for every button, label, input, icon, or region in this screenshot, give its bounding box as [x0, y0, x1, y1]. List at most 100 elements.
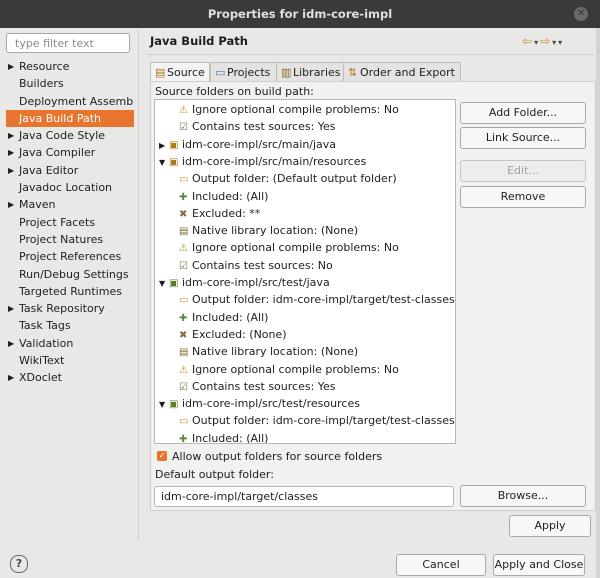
expand-arrow-icon[interactable]: ▶: [8, 300, 14, 317]
tree-item-label: XDoclet: [19, 371, 62, 385]
projects-icon: ▭: [215, 66, 226, 79]
tree-item[interactable]: Targeted Runtimes: [6, 283, 134, 300]
expand-arrow-icon[interactable]: ▼: [159, 396, 169, 413]
expand-arrow-icon[interactable]: ▶: [8, 58, 14, 75]
tree-item[interactable]: ▶ Resource: [6, 58, 134, 75]
tree-item[interactable]: Project References: [6, 248, 134, 265]
source-list-row[interactable]: ⚠ Ignore optional compile problems: No: [179, 361, 399, 378]
browse-button[interactable]: Browse...: [460, 485, 586, 507]
source-row-label: Excluded: **: [192, 206, 261, 220]
tree-item-label: Maven: [19, 198, 56, 212]
tree-item[interactable]: Project Facets: [6, 214, 134, 231]
default-output-field[interactable]: idm-core-impl/target/classes: [154, 486, 454, 507]
tree-item-label: Java Editor: [19, 163, 79, 177]
tree-item-label: Run/Debug Settings: [19, 267, 129, 281]
source-list-row[interactable]: ▭ Output folder: (Default output folder): [179, 170, 397, 187]
filter-input[interactable]: type filter text: [6, 33, 130, 53]
source-list-row[interactable]: ▼ ▣ idm-core-impl/src/test/resources: [159, 395, 360, 412]
package-folder-icon: ▣: [169, 156, 179, 168]
remove-button[interactable]: Remove: [460, 186, 586, 208]
nav-arrows[interactable]: ⇦▾⇨▾▾: [522, 34, 564, 48]
allow-output-label: Allow output folders for source folders: [172, 450, 383, 463]
sash-divider[interactable]: [138, 30, 139, 540]
source-list-row[interactable]: ▼ ▣ idm-core-impl/src/test/java: [159, 274, 330, 291]
tree-item[interactable]: ▶ Java Compiler: [6, 144, 134, 161]
tree-item[interactable]: ▶ Java Editor: [6, 162, 134, 179]
back-arrow-icon[interactable]: ⇦: [522, 34, 534, 48]
expand-arrow-icon[interactable]: ▼: [159, 154, 169, 171]
tree-item-label: Java Code Style: [19, 129, 106, 143]
source-list-row[interactable]: ✚ Included: (All): [179, 188, 268, 205]
source-list-row[interactable]: ▤ Native library location: (None): [179, 222, 358, 239]
tab-projects[interactable]: ▭ Projects: [210, 62, 278, 82]
tree-item[interactable]: Run/Debug Settings: [6, 266, 134, 283]
tree-item[interactable]: ▶ XDoclet: [6, 369, 134, 386]
tree-item[interactable]: Java Build Path: [6, 109, 134, 128]
add-folder-button[interactable]: Add Folder...: [460, 102, 586, 124]
property-tree: ▶ Resource Builders Deployment Assembly Java…: [6, 58, 134, 528]
menu-icon[interactable]: ▾: [558, 38, 564, 47]
expand-arrow-icon[interactable]: ▼: [159, 275, 169, 292]
source-row-label: Included: (All): [192, 310, 269, 324]
tab-source[interactable]: ▤ Source: [150, 62, 210, 83]
tree-item[interactable]: Task Tags: [6, 317, 134, 334]
source-row-label: Native library location: (None): [192, 345, 359, 359]
expand-arrow-icon[interactable]: ▶: [8, 369, 14, 386]
source-list-row[interactable]: ▭ Output folder: idm-core-impl/target/tes…: [179, 291, 455, 308]
source-list-row[interactable]: ▤ Native library location: (None): [179, 343, 358, 360]
tree-item[interactable]: ▶ Java Code Style: [6, 127, 134, 144]
cancel-button[interactable]: Cancel: [396, 554, 486, 576]
apply-and-close-button[interactable]: Apply and Close: [493, 554, 585, 576]
source-list-row[interactable]: ⚠ Ignore optional compile problems: No: [179, 101, 399, 118]
tree-item[interactable]: Deployment Assembly: [6, 93, 134, 110]
expand-arrow-icon[interactable]: ▶: [8, 335, 14, 352]
tree-item-label: Targeted Runtimes: [19, 284, 122, 298]
source-list-row[interactable]: ⚠ Ignore optional compile problems: No: [179, 239, 399, 256]
source-list-row[interactable]: ☑ Contains test sources: Yes: [179, 118, 336, 135]
tree-item[interactable]: Project Natures: [6, 231, 134, 248]
source-list-row[interactable]: ▭ Output folder: idm-core-impl/target/tes…: [179, 412, 455, 429]
tree-item-label: Deployment Assembly: [19, 94, 134, 108]
source-list-row[interactable]: ✖ Excluded: **: [179, 205, 260, 222]
tree-item[interactable]: ▶ Validation: [6, 335, 134, 352]
expand-arrow-icon[interactable]: ▶: [159, 137, 169, 154]
tree-item-label: Javadoc Location: [19, 181, 113, 195]
apply-button[interactable]: Apply: [509, 515, 591, 537]
tree-item-label: Builders: [19, 77, 64, 91]
expand-arrow-icon[interactable]: ▶: [8, 127, 14, 144]
tree-item-label: Java Build Path: [19, 111, 102, 125]
expand-arrow-icon[interactable]: ▶: [8, 196, 14, 213]
excluded-icon: ✖: [179, 208, 188, 220]
expand-arrow-icon[interactable]: ▶: [8, 162, 14, 179]
source-folders-list[interactable]: ⚠ Ignore optional compile problems: No ☑ Co…: [154, 99, 456, 444]
source-row-label: Contains test sources: Yes: [192, 379, 336, 393]
tree-item[interactable]: Builders: [6, 75, 134, 92]
edit-button[interactable]: Edit...: [460, 160, 586, 182]
source-list-row[interactable]: ▶ ▣ idm-core-impl/src/main/java: [159, 136, 336, 153]
test-sources-icon: ☑: [179, 381, 188, 393]
tab-order-export[interactable]: ⇅ Order and Export: [343, 62, 461, 82]
tab-libraries[interactable]: ▥ Libraries: [276, 62, 348, 82]
expand-arrow-icon[interactable]: ▶: [8, 144, 14, 161]
source-list-row[interactable]: ✖ Excluded: (None): [179, 326, 287, 343]
tree-item[interactable]: WikiText: [6, 352, 134, 369]
output-folder-icon: ▭: [179, 416, 189, 428]
link-source-button[interactable]: Link Source...: [460, 127, 586, 149]
tree-item[interactable]: ▶ Task Repository: [6, 300, 134, 317]
source-list-row[interactable]: ✚ Included: (All): [179, 309, 268, 326]
tree-item[interactable]: ▶ Maven: [6, 196, 134, 213]
source-list-row[interactable]: ☑ Contains test sources: Yes: [179, 378, 336, 395]
help-icon[interactable]: ?: [10, 555, 28, 573]
forward-arrow-icon[interactable]: ⇨: [540, 34, 552, 48]
source-list-row[interactable]: ▼ ▣ idm-core-impl/src/main/resources: [159, 153, 366, 170]
source-list-row[interactable]: ✚ Included: (All): [179, 430, 268, 443]
source-row-label: Contains test sources: Yes: [192, 120, 336, 134]
default-output-label: Default output folder:: [155, 468, 274, 481]
title-bar: Properties for idm-core-impl ✕: [0, 0, 600, 28]
source-list-row[interactable]: ☑ Contains test sources: No: [179, 257, 333, 274]
source-row-label: idm-core-impl/src/test/java: [182, 276, 330, 289]
allow-output-checkbox[interactable]: ✓: [157, 451, 167, 461]
source-row-label: Native library location: (None): [192, 224, 359, 238]
tree-item[interactable]: Javadoc Location: [6, 179, 134, 196]
close-icon[interactable]: ✕: [574, 7, 588, 21]
